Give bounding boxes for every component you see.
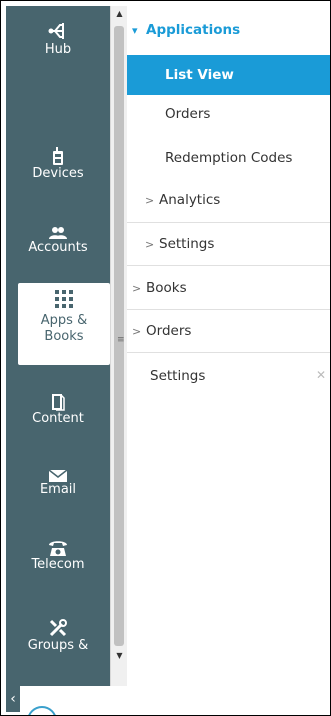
submenu-panel: ▾ Applications List View Orders Redemptio…: [127, 6, 330, 712]
menu-item-list-view-label: List View: [165, 67, 234, 83]
chevron-right-icon: >: [132, 282, 142, 295]
nav-item-telecom[interactable]: Telecom: [6, 539, 110, 591]
nav-item-accounts-label: Accounts: [28, 240, 88, 255]
nav-item-apps-books-label: Apps & Books: [40, 313, 88, 344]
app-frame: Hub Devices Accounts Apps & Books Conten…: [0, 0, 331, 716]
menu-item-orders-label: Orders: [146, 323, 192, 339]
divider: [127, 222, 330, 223]
telecom-icon: [49, 541, 67, 556]
left-nav-rail: Hub Devices Accounts Apps & Books Conten…: [6, 6, 110, 686]
apps-grid-icon: [55, 290, 73, 308]
hub-icon: [48, 23, 64, 39]
rail-scrollbar[interactable]: ▲ ≡ ▼: [110, 6, 127, 686]
menu-item-settings-sub[interactable]: > Settings: [127, 236, 330, 252]
nav-item-email-label: Email: [39, 482, 77, 497]
accounts-icon: [49, 227, 67, 239]
groups-tools-icon: [49, 619, 67, 637]
chevron-left-icon: ‹: [10, 691, 16, 707]
nav-item-email[interactable]: Email: [6, 470, 110, 518]
nav-item-apps-books[interactable]: Apps & Books: [18, 283, 110, 365]
divider: [127, 309, 330, 310]
scroll-down-arrow-icon[interactable]: ▼: [115, 652, 124, 660]
menu-item-analytics[interactable]: > Analytics: [127, 192, 330, 208]
chevron-right-icon: >: [132, 325, 142, 338]
nav-item-hub[interactable]: Hub: [6, 20, 110, 80]
nav-item-content[interactable]: Content: [6, 393, 110, 443]
collapse-nav-button[interactable]: ‹: [6, 686, 20, 712]
menu-item-redemption-codes[interactable]: Redemption Codes: [127, 150, 330, 166]
menu-section-applications[interactable]: ▾ Applications: [132, 22, 330, 38]
nav-item-telecom-label: Telecom: [31, 557, 85, 572]
nav-item-groups-label: Groups &: [27, 638, 89, 653]
content-icon: [52, 394, 65, 411]
menu-item-orders[interactable]: > Orders: [127, 323, 330, 339]
nav-item-devices[interactable]: Devices: [6, 146, 110, 196]
menu-item-analytics-label: Analytics: [159, 192, 221, 208]
menu-item-books[interactable]: > Books: [127, 280, 330, 296]
menu-item-settings[interactable]: Settings ✕: [127, 368, 330, 384]
resize-grip-icon[interactable]: ≡: [117, 335, 125, 345]
menu-item-list-view[interactable]: List View: [127, 55, 330, 95]
menu-item-books-label: Books: [146, 280, 187, 296]
email-icon: [49, 470, 67, 482]
chevron-right-icon: >: [145, 238, 155, 251]
help-button[interactable]: [27, 706, 57, 715]
nav-item-hub-label: Hub: [44, 42, 72, 57]
nav-item-accounts[interactable]: Accounts: [6, 226, 110, 274]
chevron-right-icon: >: [145, 194, 155, 207]
divider: [127, 265, 330, 266]
device-icon: [53, 147, 63, 165]
menu-item-orders-sub-label: Orders: [165, 106, 211, 122]
menu-item-settings-label: Settings: [150, 368, 206, 384]
menu-item-orders-sub[interactable]: Orders: [127, 106, 330, 122]
menu-item-settings-sub-label: Settings: [159, 236, 215, 252]
nav-item-devices-label: Devices: [32, 166, 84, 181]
menu-section-applications-label: Applications: [146, 22, 241, 38]
pin-icon[interactable]: ✕: [316, 368, 326, 382]
nav-item-groups-settings[interactable]: Groups &: [6, 618, 110, 684]
menu-item-redemption-codes-label: Redemption Codes: [165, 150, 293, 166]
divider: [127, 352, 330, 353]
chevron-down-icon: ▾: [132, 24, 138, 37]
nav-item-content-label: Content: [32, 411, 84, 426]
scroll-up-arrow-icon[interactable]: ▲: [115, 10, 124, 18]
